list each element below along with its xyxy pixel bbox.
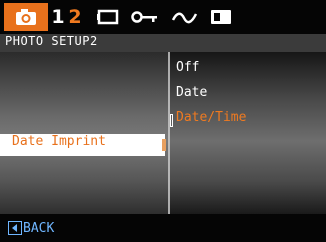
memory-card-icon [211, 10, 231, 24]
tab-bar: 1 2 [0, 0, 326, 34]
tab-1-label: 1 [51, 6, 65, 28]
menu-area: Date Imprint Off Date Date/Time [0, 52, 326, 214]
menu-item-label: Date Imprint [12, 134, 106, 149]
camera-icon [16, 9, 36, 25]
tab-card[interactable] [208, 4, 234, 30]
option-date-time[interactable]: Date/Time [176, 110, 246, 130]
option-date[interactable]: Date [176, 85, 207, 105]
title-bar: PHOTO SETUP2 [0, 34, 326, 52]
back-label: BACK [23, 220, 55, 236]
menu-list-panel [0, 52, 168, 214]
left-arrow-icon [8, 221, 22, 235]
wave-icon [172, 12, 198, 24]
panel-divider [168, 52, 170, 214]
camera-menu-screen: 1 2 PHOTO SETUP2 Date Imprint Off Date D… [0, 0, 326, 242]
menu-item-date-imprint[interactable]: Date Imprint [0, 134, 165, 156]
tab-2-label: 2 [68, 6, 82, 28]
tab-frame[interactable] [95, 4, 121, 30]
tab-wave[interactable] [172, 4, 198, 30]
bottom-bar: BACK [0, 214, 326, 242]
frame-icon [97, 9, 119, 25]
tab-1[interactable]: 1 [50, 4, 66, 30]
option-cursor [170, 114, 173, 127]
key-icon [131, 11, 157, 23]
option-off[interactable]: Off [176, 60, 199, 80]
page-title: PHOTO SETUP2 [5, 34, 98, 48]
tab-camera[interactable] [4, 3, 48, 31]
back-button[interactable]: BACK [8, 220, 54, 236]
tab-2[interactable]: 2 [67, 4, 83, 30]
selection-marker [162, 139, 166, 151]
tab-key[interactable] [130, 4, 160, 30]
